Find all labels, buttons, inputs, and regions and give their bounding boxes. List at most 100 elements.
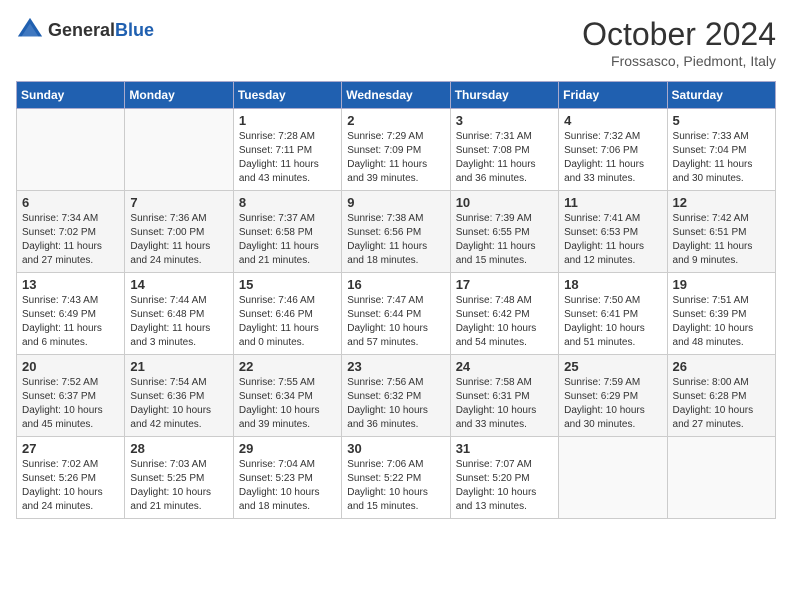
day-number: 14 [130,277,227,292]
calendar-cell: 18 Sunrise: 7:50 AM Sunset: 6:41 PM Dayli… [559,273,667,355]
logo-text: GeneralBlue [48,20,154,41]
weekday-header-monday: Monday [125,82,233,109]
calendar-cell: 2 Sunrise: 7:29 AM Sunset: 7:09 PM Daylig… [342,109,450,191]
calendar-cell: 4Sunrise: 7:32 AM Sunset: 7:06 PM Daylig… [559,109,667,191]
day-info: Sunrise: 7:34 AM Sunset: 7:02 PM Dayligh… [22,212,119,268]
calendar-cell: 24 Sunrise: 7:58 AM Sunset: 6:31 PM Dayli… [450,355,558,437]
calendar-cell: 30 Sunrise: 7:06 AM Sunset: 5:22 PM Dayli… [342,437,450,519]
day-info: Sunrise: 7:41 AM Sunset: 6:53 PM Dayligh… [564,212,661,268]
weekday-header-row: SundayMondayTuesdayWednesdayThursdayFrid… [17,82,776,109]
day-number: 26 [673,359,770,374]
day-info: Sunrise: 7:39 AM Sunset: 6:55 PM Dayligh… [456,212,553,268]
day-number: 28 [130,441,227,456]
day-number: 2 [347,113,444,128]
day-info: Sunrise: 7:06 AM Sunset: 5:22 PM Dayligh… [347,458,444,514]
day-info: Sunrise: 7:29 AM Sunset: 7:09 PM Dayligh… [347,130,444,186]
day-number: 3 [456,113,553,128]
day-info: Sunrise: 7:55 AM Sunset: 6:34 PM Dayligh… [239,376,336,432]
calendar-cell: 22 Sunrise: 7:55 AM Sunset: 6:34 PM Dayli… [233,355,341,437]
week-row-1: 1Sunrise: 7:28 AM Sunset: 7:11 PM Daylig… [17,109,776,191]
day-info: Sunrise: 7:54 AM Sunset: 6:36 PM Dayligh… [130,376,227,432]
day-number: 8 [239,195,336,210]
calendar-cell: 5Sunrise: 7:33 AM Sunset: 7:04 PM Daylig… [667,109,775,191]
day-info: Sunrise: 7:51 AM Sunset: 6:39 PM Dayligh… [673,294,770,350]
day-info: Sunrise: 7:02 AM Sunset: 5:26 PM Dayligh… [22,458,119,514]
day-info: Sunrise: 7:07 AM Sunset: 5:20 PM Dayligh… [456,458,553,514]
calendar-cell: 1Sunrise: 7:28 AM Sunset: 7:11 PM Daylig… [233,109,341,191]
day-info: Sunrise: 7:37 AM Sunset: 6:58 PM Dayligh… [239,212,336,268]
calendar-cell: 21Sunrise: 7:54 AM Sunset: 6:36 PM Dayli… [125,355,233,437]
calendar-cell [125,109,233,191]
day-number: 9 [347,195,444,210]
calendar-cell: 29Sunrise: 7:04 AM Sunset: 5:23 PM Dayli… [233,437,341,519]
calendar-table: SundayMondayTuesdayWednesdayThursdayFrid… [16,81,776,519]
calendar-cell [667,437,775,519]
calendar-cell [559,437,667,519]
day-info: Sunrise: 7:58 AM Sunset: 6:31 PM Dayligh… [456,376,553,432]
calendar-cell [17,109,125,191]
day-info: Sunrise: 7:47 AM Sunset: 6:44 PM Dayligh… [347,294,444,350]
calendar-cell: 3 Sunrise: 7:31 AM Sunset: 7:08 PM Daylig… [450,109,558,191]
week-row-2: 6Sunrise: 7:34 AM Sunset: 7:02 PM Daylig… [17,191,776,273]
day-info: Sunrise: 7:32 AM Sunset: 7:06 PM Dayligh… [564,130,661,186]
day-number: 22 [239,359,336,374]
day-info: Sunrise: 7:43 AM Sunset: 6:49 PM Dayligh… [22,294,119,350]
calendar-cell: 20 Sunrise: 7:52 AM Sunset: 6:37 PM Dayli… [17,355,125,437]
day-number: 24 [456,359,553,374]
week-row-5: 27 Sunrise: 7:02 AM Sunset: 5:26 PM Dayli… [17,437,776,519]
calendar-cell: 9Sunrise: 7:38 AM Sunset: 6:56 PM Daylig… [342,191,450,273]
page-header: GeneralBlue October 2024 Frossasco, Pied… [16,16,776,69]
calendar-cell: 23Sunrise: 7:56 AM Sunset: 6:32 PM Dayli… [342,355,450,437]
day-info: Sunrise: 7:33 AM Sunset: 7:04 PM Dayligh… [673,130,770,186]
day-number: 16 [347,277,444,292]
day-info: Sunrise: 7:28 AM Sunset: 7:11 PM Dayligh… [239,130,336,186]
weekday-header-thursday: Thursday [450,82,558,109]
weekday-header-wednesday: Wednesday [342,82,450,109]
day-info: Sunrise: 7:31 AM Sunset: 7:08 PM Dayligh… [456,130,553,186]
calendar-cell: 12Sunrise: 7:42 AM Sunset: 6:51 PM Dayli… [667,191,775,273]
day-number: 10 [456,195,553,210]
day-number: 15 [239,277,336,292]
weekday-header-sunday: Sunday [17,82,125,109]
calendar-cell: 26Sunrise: 8:00 AM Sunset: 6:28 PM Dayli… [667,355,775,437]
calendar-cell: 16 Sunrise: 7:47 AM Sunset: 6:44 PM Dayli… [342,273,450,355]
calendar-cell: 25 Sunrise: 7:59 AM Sunset: 6:29 PM Dayli… [559,355,667,437]
logo: GeneralBlue [16,16,154,44]
week-row-4: 20 Sunrise: 7:52 AM Sunset: 6:37 PM Dayli… [17,355,776,437]
calendar-cell: 7 Sunrise: 7:36 AM Sunset: 7:00 PM Daylig… [125,191,233,273]
logo-general: General [48,20,115,40]
logo-icon [16,16,44,44]
day-number: 11 [564,195,661,210]
calendar-cell: 15 Sunrise: 7:46 AM Sunset: 6:46 PM Dayli… [233,273,341,355]
day-number: 25 [564,359,661,374]
day-number: 17 [456,277,553,292]
day-info: Sunrise: 7:46 AM Sunset: 6:46 PM Dayligh… [239,294,336,350]
day-number: 20 [22,359,119,374]
day-number: 23 [347,359,444,374]
location-title: Frossasco, Piedmont, Italy [582,53,776,69]
calendar-header: SundayMondayTuesdayWednesdayThursdayFrid… [17,82,776,109]
calendar-cell: 19 Sunrise: 7:51 AM Sunset: 6:39 PM Dayli… [667,273,775,355]
day-number: 18 [564,277,661,292]
day-info: Sunrise: 7:44 AM Sunset: 6:48 PM Dayligh… [130,294,227,350]
day-number: 19 [673,277,770,292]
day-number: 27 [22,441,119,456]
day-info: Sunrise: 7:48 AM Sunset: 6:42 PM Dayligh… [456,294,553,350]
day-number: 29 [239,441,336,456]
day-number: 13 [22,277,119,292]
weekday-header-saturday: Saturday [667,82,775,109]
calendar-cell: 10 Sunrise: 7:39 AM Sunset: 6:55 PM Dayli… [450,191,558,273]
day-info: Sunrise: 7:36 AM Sunset: 7:00 PM Dayligh… [130,212,227,268]
calendar-body: 1Sunrise: 7:28 AM Sunset: 7:11 PM Daylig… [17,109,776,519]
title-block: October 2024 Frossasco, Piedmont, Italy [582,16,776,69]
calendar-cell: 27 Sunrise: 7:02 AM Sunset: 5:26 PM Dayli… [17,437,125,519]
logo-blue: Blue [115,20,154,40]
calendar-cell: 8 Sunrise: 7:37 AM Sunset: 6:58 PM Daylig… [233,191,341,273]
day-info: Sunrise: 7:42 AM Sunset: 6:51 PM Dayligh… [673,212,770,268]
day-number: 30 [347,441,444,456]
day-info: Sunrise: 7:50 AM Sunset: 6:41 PM Dayligh… [564,294,661,350]
day-number: 7 [130,195,227,210]
day-info: Sunrise: 7:52 AM Sunset: 6:37 PM Dayligh… [22,376,119,432]
weekday-header-tuesday: Tuesday [233,82,341,109]
day-info: Sunrise: 7:59 AM Sunset: 6:29 PM Dayligh… [564,376,661,432]
